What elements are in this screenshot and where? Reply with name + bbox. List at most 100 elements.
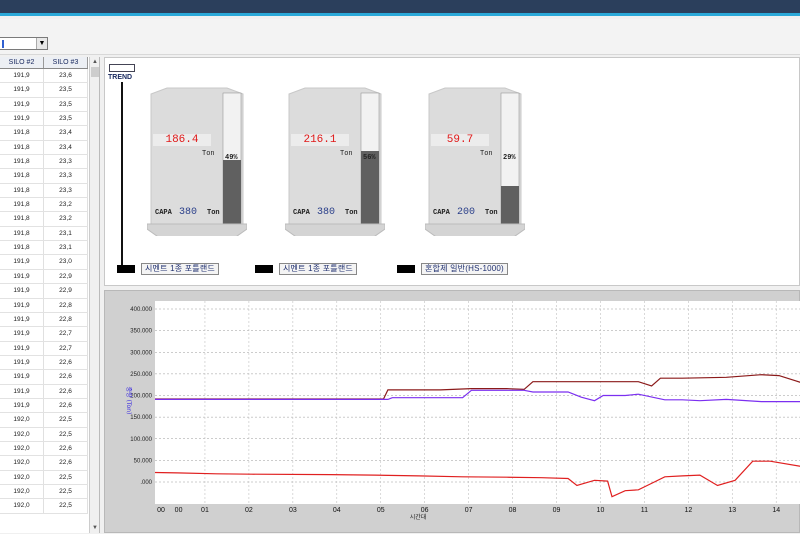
table-row[interactable]: 192,0 22,5 <box>0 427 88 442</box>
table-row[interactable]: 191,9 22,7 <box>0 327 88 342</box>
y-tick-label: 300.000 <box>130 350 152 356</box>
silo-capa-label: CAPA <box>155 209 172 217</box>
silo-weight-unit: Ton <box>340 150 353 158</box>
cell-silo2: 191,8 <box>0 169 44 183</box>
table-row[interactable]: 191,9 22,6 <box>0 384 88 399</box>
cell-silo3: 22,5 <box>44 499 88 513</box>
cell-silo3: 22,7 <box>44 327 88 341</box>
table-row[interactable]: 192,0 22,5 <box>0 470 88 485</box>
cell-silo2: 191,9 <box>0 298 44 312</box>
table-row[interactable]: 191,8 23,1 <box>0 226 88 242</box>
dropdown-selection <box>2 40 4 48</box>
table-row[interactable]: 191,9 23,0 <box>0 255 88 270</box>
x-tick-label: 14 <box>772 507 780 514</box>
chevron-down-icon[interactable]: ▼ <box>36 38 47 49</box>
cell-silo3: 23,3 <box>44 169 88 183</box>
table-header: SILO #2 SILO #3 <box>0 57 88 69</box>
x-tick-label: 04 <box>333 507 341 514</box>
silo-legend-1[interactable]: 시멘트 1종 포틀랜드 <box>117 263 219 275</box>
table-row[interactable]: 191,8 23,4 <box>0 140 88 156</box>
column-header-silo2[interactable]: SILO #2 <box>0 57 44 68</box>
silo-capa-value: 380 <box>179 207 198 218</box>
table-row[interactable]: 192,0 22,5 <box>0 499 88 514</box>
trend-connector <box>121 82 123 270</box>
silo-capa-value: 200 <box>457 207 476 218</box>
cell-silo3: 22,9 <box>44 284 88 298</box>
silo-1[interactable]: 186.4 Ton 49% CAPA 380 Ton <box>147 86 247 236</box>
table-row[interactable]: 191,8 23,2 <box>0 212 88 227</box>
table-row[interactable]: 191,8 23,3 <box>0 169 88 184</box>
table-row[interactable]: 191,8 23,4 <box>0 126 88 141</box>
silo-3[interactable]: 59.7 Ton 29% CAPA 200 Ton <box>425 86 525 236</box>
table-row[interactable]: 191,9 23,5 <box>0 83 88 98</box>
cell-silo2: 191,8 <box>0 183 44 198</box>
cell-silo2: 192,0 <box>0 456 44 470</box>
legend-swatch <box>397 265 415 273</box>
cell-silo3: 22,5 <box>44 484 88 499</box>
cell-silo3: 22,6 <box>44 370 88 384</box>
cell-silo2: 191,9 <box>0 384 44 398</box>
table-row[interactable]: 191,9 22,7 <box>0 341 88 356</box>
y-tick-label: 400.000 <box>130 307 152 313</box>
table-row[interactable]: 192,0 22,5 <box>0 484 88 500</box>
cell-silo3: 23,1 <box>44 226 88 241</box>
table-row[interactable]: 191,8 23,3 <box>0 183 88 199</box>
x-tick-label: 00 <box>157 507 165 514</box>
cell-silo3: 23,4 <box>44 126 88 140</box>
scroll-up-icon[interactable]: ▲ <box>90 57 99 67</box>
table-row[interactable]: 191,9 22,6 <box>0 398 88 414</box>
cell-silo2: 191,9 <box>0 112 44 126</box>
trend-label: TREND <box>108 74 133 81</box>
table-row[interactable]: 191,8 23,2 <box>0 198 88 213</box>
scroll-down-icon[interactable]: ▼ <box>90 523 99 533</box>
silo-capa-unit: Ton <box>345 209 358 217</box>
cell-silo3: 23,2 <box>44 198 88 212</box>
table-row[interactable]: 191,9 22,8 <box>0 312 88 328</box>
trend-button[interactable] <box>109 64 135 72</box>
silo-level-bar <box>501 186 519 224</box>
table-row[interactable]: 191,9 23,6 <box>0 69 88 84</box>
x-tick-label: 10 <box>597 507 605 514</box>
table-row[interactable]: 191,9 22,6 <box>0 355 88 371</box>
cell-silo3: 23,3 <box>44 183 88 198</box>
cell-silo3: 23,1 <box>44 241 88 255</box>
y-tick-label: 250.000 <box>130 372 152 378</box>
cell-silo3: 23,5 <box>44 97 88 112</box>
cell-silo2: 191,8 <box>0 126 44 140</box>
table-row[interactable]: 191,9 22,9 <box>0 269 88 285</box>
table-row[interactable]: 191,9 22,6 <box>0 370 88 385</box>
cell-silo2: 191,9 <box>0 69 44 83</box>
cell-silo3: 23,6 <box>44 69 88 83</box>
silo-2[interactable]: 216.1 Ton 56% CAPA 380 Ton <box>285 86 385 236</box>
table-row[interactable]: 192,0 22,6 <box>0 441 88 457</box>
cell-silo2: 191,8 <box>0 212 44 226</box>
scrollbar-thumb[interactable] <box>91 67 99 77</box>
cell-silo2: 192,0 <box>0 499 44 513</box>
table-row[interactable]: 191,8 23,1 <box>0 241 88 256</box>
title-bar <box>0 0 800 16</box>
cell-silo2: 192,0 <box>0 427 44 441</box>
table-row[interactable]: 191,8 23,3 <box>0 155 88 170</box>
silo-material-name: 시멘트 1종 포틀랜드 <box>141 263 219 275</box>
silo-capa-label: CAPA <box>293 209 310 217</box>
column-header-silo3[interactable]: SILO #3 <box>44 57 88 68</box>
table-row[interactable]: 191,9 23,5 <box>0 112 88 127</box>
cell-silo2: 192,0 <box>0 484 44 499</box>
silo-select-dropdown[interactable]: ▼ <box>0 37 48 50</box>
table-row[interactable]: 191,9 22,8 <box>0 298 88 313</box>
table-row[interactable]: 191,9 23,5 <box>0 97 88 113</box>
table-scrollbar[interactable]: ▲ ▼ <box>89 57 99 533</box>
x-tick-label: 05 <box>377 507 385 514</box>
silo-panel: TREND 186.4 Ton 49% CAPA 380 Ton 시멘트 1종 포틀랜드 21… <box>104 57 800 286</box>
y-tick-label: 150.000 <box>130 415 152 421</box>
silo-legend-3[interactable]: 혼합제 일반(HS-1000) <box>397 263 508 275</box>
table-row[interactable]: 191,9 22,9 <box>0 284 88 299</box>
table-row[interactable]: 192,0 22,6 <box>0 456 88 471</box>
cell-silo2: 191,9 <box>0 255 44 269</box>
x-axis-label: 시간대 <box>410 513 427 521</box>
cell-silo3: 22,8 <box>44 298 88 312</box>
table-row[interactable]: 192,0 22,5 <box>0 413 88 428</box>
cell-silo3: 22,6 <box>44 384 88 398</box>
silo-legend-2[interactable]: 시멘트 1종 포틀랜드 <box>255 263 357 275</box>
y-tick-label: 50.000 <box>134 458 153 464</box>
